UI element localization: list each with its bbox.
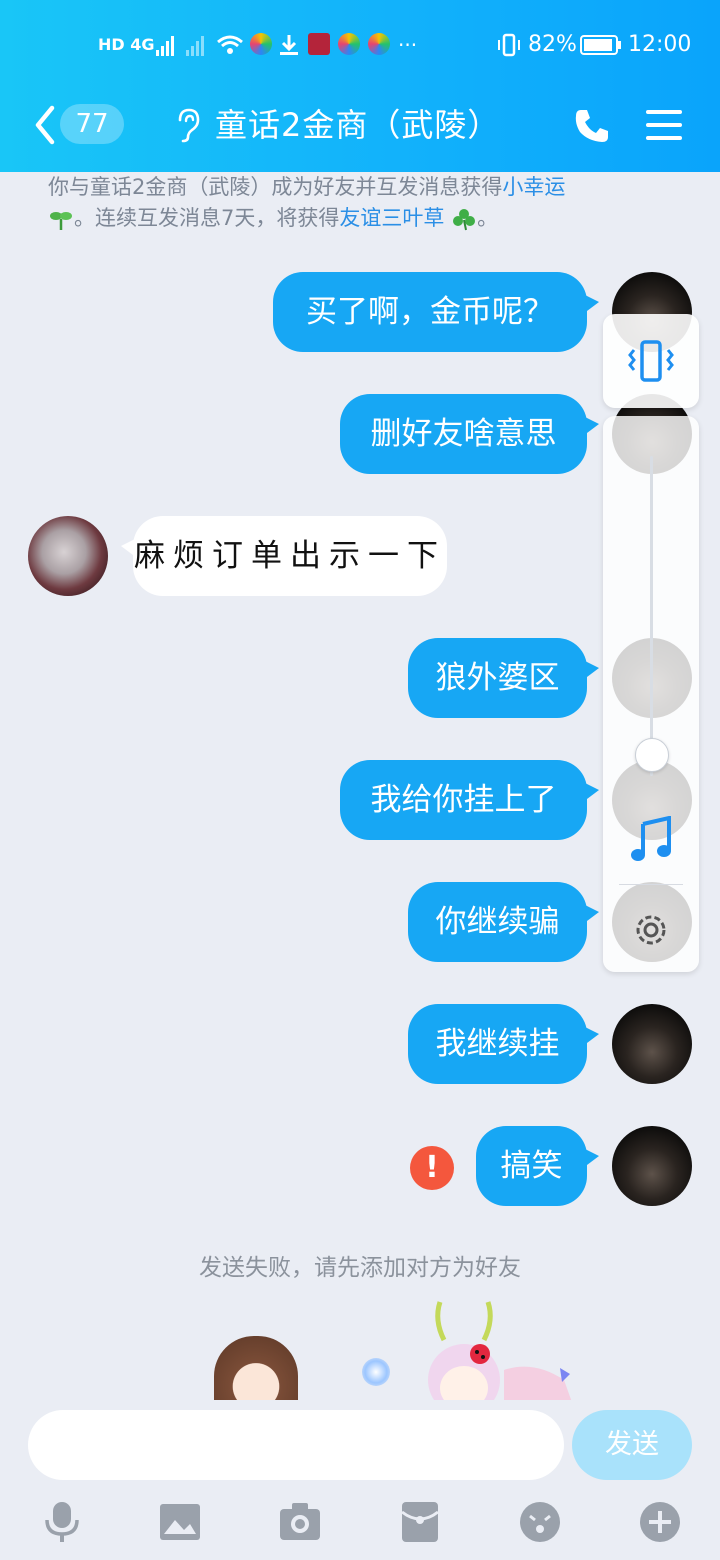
battery-icon <box>580 35 621 55</box>
app-notification-icon-2 <box>338 33 360 55</box>
title-bar: HD 4G ··· 82% 12:00 77 童话2金商（武陵） <box>0 0 720 172</box>
nav-bar: 77 童话2金商（武陵） <box>0 90 720 160</box>
panel-divider <box>619 884 683 885</box>
clover-link[interactable]: 友谊三叶草 <box>339 206 444 230</box>
deer-girl-character-sticker <box>424 1300 580 1416</box>
message-bubble[interactable]: 删好友啥意思 <box>340 394 599 474</box>
more-notifications-icon: ··· <box>398 33 418 57</box>
signal-icon <box>156 36 174 56</box>
music-note-icon <box>631 816 671 861</box>
download-icon <box>280 35 298 55</box>
send-button[interactable]: 发送 <box>572 1410 692 1480</box>
chat-title: 童话2金商（武陵） <box>215 106 501 144</box>
message-bubble[interactable]: 买了啊，金币呢？ <box>273 272 599 352</box>
ear-earpiece-icon <box>178 108 200 143</box>
friendship-notice: 你与童话2金商（武陵）成为好友并互发消息获得小幸运 。连续互发消息7天，将获得友… <box>48 172 658 234</box>
volume-slider-track[interactable] <box>650 456 653 776</box>
boy-character-sticker <box>214 1336 298 1408</box>
battery-percent: 82% <box>528 32 577 57</box>
clover-icon <box>453 209 476 231</box>
message-bubble-received[interactable]: 麻烦订单出示一下 <box>121 516 447 596</box>
volume-panel <box>603 416 699 972</box>
red-packet-icon[interactable] <box>398 1500 442 1544</box>
image-icon[interactable] <box>158 1500 202 1544</box>
my-avatar[interactable] <box>612 1004 692 1084</box>
my-avatar[interactable] <box>612 1126 692 1206</box>
wifi-icon <box>217 35 243 54</box>
volume-slider-thumb[interactable] <box>635 738 669 772</box>
settings-gear-icon[interactable] <box>631 910 671 950</box>
message-composer: 发送 <box>0 1400 720 1560</box>
notice-text-2: 。连续互发消息7天，将获得 <box>74 206 340 230</box>
lucky-link[interactable]: 小幸运 <box>502 175 565 199</box>
vibrate-mode-icon <box>498 33 520 57</box>
app-notification-icon <box>250 33 272 55</box>
phone-call-icon[interactable] <box>572 106 612 146</box>
sparkle-icon <box>362 1358 390 1386</box>
message-input[interactable] <box>28 1410 564 1480</box>
send-failed-note: 发送失败，请先添加对方为好友 <box>199 1255 521 1281</box>
game-app-icon <box>308 33 330 55</box>
message-bubble[interactable]: 我给你挂上了 <box>340 760 599 840</box>
camera-icon[interactable] <box>278 1500 322 1544</box>
status-bar: HD 4G ··· 82% 12:00 <box>0 28 720 62</box>
microphone-icon[interactable] <box>40 1500 84 1544</box>
message-bubble[interactable]: 狼外婆区 <box>408 638 599 718</box>
message-bubble[interactable]: 你继续骗 <box>408 882 599 962</box>
notice-text-3: 。 <box>477 206 499 230</box>
sprout-icon <box>50 212 72 230</box>
message-bubble-failed[interactable]: 搞笑 <box>476 1126 599 1206</box>
network-indicator: HD 4G <box>98 35 155 54</box>
message-bubble[interactable]: 我继续挂 <box>408 1004 599 1084</box>
contact-avatar[interactable] <box>28 516 108 596</box>
app-notification-icon-3 <box>368 33 390 55</box>
notice-text-1: 你与童话2金商（武陵）成为好友并互发消息获得 <box>48 175 503 199</box>
emoji-icon[interactable] <box>518 1500 562 1544</box>
menu-icon[interactable] <box>646 108 682 142</box>
signal-weak-icon <box>186 36 204 56</box>
vibrate-toggle[interactable] <box>603 314 699 408</box>
plus-icon[interactable] <box>638 1500 682 1544</box>
send-failed-icon[interactable]: ! <box>410 1146 454 1190</box>
clock: 12:00 <box>628 32 692 57</box>
vibrate-icon <box>628 340 674 382</box>
unread-count-badge[interactable]: 77 <box>60 104 124 144</box>
